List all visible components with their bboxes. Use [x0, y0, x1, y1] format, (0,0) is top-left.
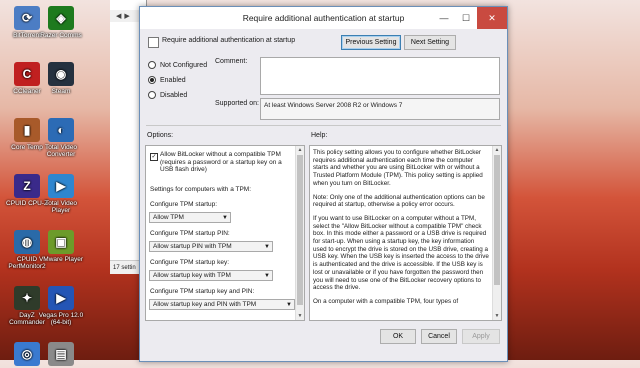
desktop-icon-label: Total Video Converter — [44, 144, 78, 158]
help-scroll-thumb[interactable] — [494, 155, 500, 285]
chevron-down-icon: ▼ — [286, 302, 292, 308]
options-label: Options: — [147, 132, 174, 139]
help-scrollbar[interactable]: ▲ ▼ — [492, 146, 501, 320]
back-arrow-icon[interactable]: ◀ — [116, 12, 121, 20]
desktop-icon-label: Steam — [51, 88, 71, 95]
scroll-down-icon[interactable]: ▼ — [296, 312, 304, 320]
help-text: This policy setting allows you to config… — [313, 149, 489, 312]
app-icon: ▶ — [48, 174, 74, 198]
tpm-keypin-select[interactable]: Allow startup key and PIN with TPM ▼ — [149, 299, 295, 310]
app-icon: ▤ — [48, 342, 74, 366]
tpm-keypin-label: Configure TPM startup key and PIN: — [150, 288, 255, 295]
scroll-up-icon[interactable]: ▲ — [493, 146, 501, 154]
policy-dialog: Require additional authentication at sta… — [139, 6, 508, 362]
desktop-icon-label: Razer Comms — [40, 32, 82, 39]
chevron-down-icon: ▼ — [264, 273, 270, 279]
options-scroll-thumb[interactable] — [297, 155, 303, 305]
divider — [146, 125, 501, 126]
app-icon: ▣ — [48, 230, 74, 254]
desktop-icon-label: VMware Player — [38, 256, 84, 263]
radio-not-configured-dot — [148, 61, 156, 69]
help-pane[interactable]: This policy setting allows you to config… — [309, 145, 502, 321]
desktop-icon[interactable]: ▤ — [36, 342, 86, 368]
help-paragraph: On a computer with a compatible TPM, fou… — [313, 297, 459, 305]
maximize-icon[interactable]: ☐ — [455, 7, 477, 29]
help-paragraph: This policy setting allows you to config… — [313, 149, 483, 187]
radio-disabled-dot — [148, 91, 156, 99]
radio-disabled[interactable]: Disabled — [148, 91, 187, 99]
next-setting-button[interactable]: Next Setting — [404, 35, 456, 50]
chevron-down-icon: ▼ — [264, 244, 270, 250]
close-icon[interactable]: ✕ — [477, 7, 507, 29]
cancel-button[interactable]: Cancel — [421, 329, 457, 344]
tpm-key-select[interactable]: Allow startup key with TPM ▼ — [149, 270, 273, 281]
desktop-icon[interactable]: ◈ Razer Comms — [36, 6, 86, 39]
chevron-down-icon: ▼ — [222, 215, 228, 221]
desktop-icon[interactable]: ◐ Total Video Converter — [36, 118, 86, 158]
desktop-icon-label: Vegas Pro 12.0 (64-bit) — [38, 312, 84, 326]
tpm-pin-label: Configure TPM startup PIN: — [150, 230, 230, 237]
tpm-key-label: Configure TPM startup key: — [150, 259, 229, 266]
radio-enabled[interactable]: Enabled — [148, 76, 186, 84]
app-icon: ▶ — [48, 286, 74, 310]
comment-label: Comment: — [215, 58, 248, 65]
supported-on-value: At least Windows Server 2008 R2 or Windo… — [260, 98, 500, 120]
tpm-settings-heading: Settings for computers with a TPM: — [150, 186, 252, 193]
desktop-icon[interactable]: ▶ Total Video Player — [36, 174, 86, 214]
radio-enabled-dot — [148, 76, 156, 84]
options-pane[interactable]: ✓ Allow BitLocker without a compatible T… — [145, 145, 305, 321]
minimize-icon[interactable]: — — [433, 7, 455, 29]
radio-not-configured-label: Not Configured — [160, 61, 208, 69]
scroll-up-icon[interactable]: ▲ — [296, 146, 304, 154]
radio-not-configured[interactable]: Not Configured — [148, 61, 207, 69]
dialog-titlebar: Require additional authentication at sta… — [140, 7, 507, 29]
dialog-title: Require additional authentication at sta… — [242, 13, 405, 23]
policy-header-title: Require additional authentication at sta… — [162, 37, 296, 44]
scroll-down-icon[interactable]: ▼ — [493, 312, 501, 320]
forward-arrow-icon[interactable]: ▶ — [124, 12, 129, 20]
policy-setting-icon — [148, 37, 159, 48]
help-paragraph: If you want to use BitLocker on a comput… — [313, 214, 489, 292]
radio-enabled-label: Enabled — [160, 76, 186, 84]
desktop-icon[interactable]: ◉ Steam — [36, 62, 86, 95]
ok-button[interactable]: OK — [380, 329, 416, 344]
radio-disabled-label: Disabled — [160, 91, 188, 99]
supported-on-label: Supported on: — [215, 100, 259, 107]
desktop-icon[interactable]: ▶ Vegas Pro 12.0 (64-bit) — [36, 286, 86, 326]
help-paragraph: Note: Only one of the additional authent… — [313, 193, 485, 209]
comment-textarea[interactable] — [260, 57, 500, 95]
allow-bitlocker-label: Allow BitLocker without a compatible TPM… — [160, 151, 282, 173]
tpm-pin-select[interactable]: Allow startup PIN with TPM ▼ — [149, 241, 273, 252]
tpm-startup-select[interactable]: Allow TPM ▼ — [149, 212, 231, 223]
tpm-pin-value: Allow startup PIN with TPM — [153, 243, 232, 250]
tpm-keypin-value: Allow startup key and PIN with TPM — [153, 301, 257, 308]
app-icon: ◐ — [48, 118, 74, 142]
help-label: Help: — [311, 132, 328, 139]
options-scrollbar[interactable]: ▲ ▼ — [295, 146, 304, 320]
tpm-startup-value: Allow TPM — [153, 214, 184, 221]
tpm-key-value: Allow startup key with TPM — [153, 272, 231, 279]
previous-setting-button[interactable]: Previous Setting — [341, 35, 401, 50]
app-icon: ◉ — [48, 62, 74, 86]
app-icon: ◈ — [48, 6, 74, 30]
desktop-icon[interactable]: ▣ VMware Player — [36, 230, 86, 263]
desktop-icon-label: Total Video Player — [44, 200, 78, 214]
dialog-header: Require additional authentication at sta… — [140, 29, 507, 55]
apply-button[interactable]: Apply — [462, 329, 500, 344]
allow-bitlocker-checkbox[interactable]: ✓ — [150, 153, 158, 161]
tpm-startup-label: Configure TPM startup: — [150, 201, 218, 208]
